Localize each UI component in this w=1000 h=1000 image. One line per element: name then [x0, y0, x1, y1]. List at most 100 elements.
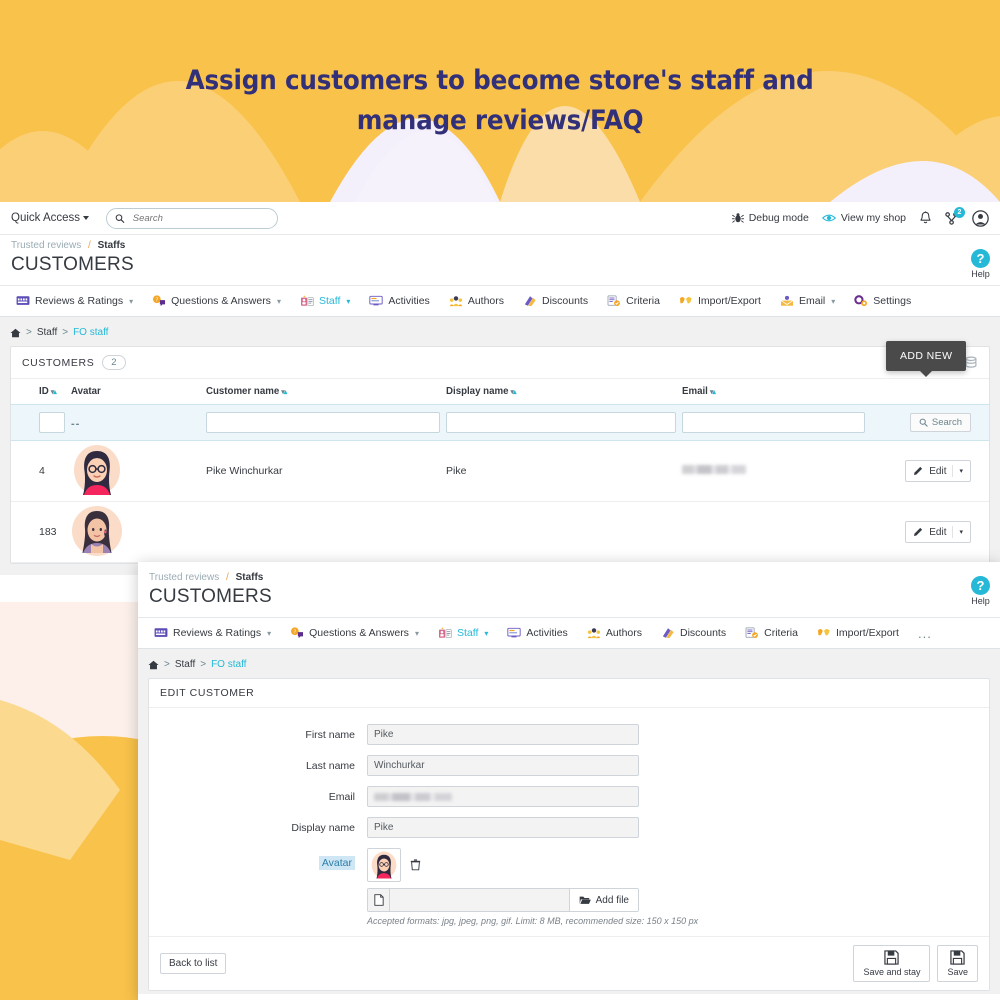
edit-button[interactable]: Edit ▾ — [905, 521, 971, 543]
nav-item-questions-answers[interactable]: ? Questions & Answers ▾ — [282, 618, 427, 648]
nav-label: Staff — [319, 295, 340, 307]
sub-breadcrumb-level1[interactable]: Staff — [37, 327, 57, 338]
edit-button[interactable]: Edit ▾ — [905, 460, 971, 482]
edit-form: First name Pike Last name Winchurkar Ema… — [149, 708, 989, 936]
chevron-down-icon: ▾ — [277, 297, 281, 306]
avatar-thumbnail — [367, 848, 401, 882]
file-upload-control[interactable]: Add file — [367, 888, 639, 912]
filter-id-input[interactable] — [39, 412, 65, 433]
sub-breadcrumb-separator: > — [26, 327, 32, 338]
nav-overflow-button[interactable]: ... — [910, 626, 940, 641]
col-customer-name[interactable]: Customer name▾▴ — [206, 379, 446, 405]
table-row[interactable]: 183 — [11, 502, 989, 563]
sub-breadcrumb-separator: > — [164, 659, 170, 670]
cell-display-name — [446, 502, 682, 563]
nav-item-email[interactable]: Email ▾ — [772, 286, 843, 316]
sort-arrows-icon: ▾▴ — [51, 389, 56, 396]
nav-item-settings[interactable]: Settings — [846, 286, 919, 316]
nav-label: Discounts — [680, 627, 726, 639]
nav-item-questions-answers[interactable]: ? Questions & Answers ▾ — [144, 286, 289, 316]
view-my-shop-button[interactable]: View my shop — [822, 212, 906, 224]
nav-label: Activities — [526, 627, 567, 639]
table-filter-row: -- — [11, 405, 989, 441]
filter-email-input[interactable] — [682, 412, 865, 433]
avatar[interactable] — [972, 210, 989, 227]
breadcrumb-root[interactable]: Trusted reviews — [11, 240, 81, 251]
edit-content: > Staff > FO staff EDIT CUSTOMER First n… — [138, 649, 1000, 994]
sub-breadcrumb-level2[interactable]: FO staff — [211, 659, 246, 670]
edit-page-header: Trusted reviews / Staffs CUSTOMERS ? Hel… — [138, 562, 1000, 617]
nav-item-criteria[interactable]: Criteria — [737, 618, 806, 648]
quick-access-menu[interactable]: Quick Access — [11, 212, 89, 224]
field-label: First name — [149, 729, 367, 741]
database-icon[interactable] — [964, 356, 978, 370]
notifications-bell-button[interactable] — [919, 211, 932, 225]
filter-display-name-input[interactable] — [446, 412, 676, 433]
nav-item-staff[interactable]: Staff ▾ — [292, 286, 358, 316]
home-icon[interactable] — [10, 328, 21, 338]
breadcrumb-root[interactable]: Trusted reviews — [149, 572, 219, 583]
col-id[interactable]: ID▾▴ — [11, 379, 71, 405]
nav-item-activities[interactable]: Activities — [361, 286, 437, 316]
back-to-list-button[interactable]: Back to list — [160, 953, 226, 974]
filter-customer-name-cell — [206, 405, 446, 441]
col-display-name[interactable]: Display name▾▴ — [446, 379, 682, 405]
display-name-input[interactable]: Pike — [367, 817, 639, 838]
chevron-down-icon: ▾ — [831, 297, 835, 306]
home-icon[interactable] — [148, 660, 159, 670]
cell-customer-name: Pike Winchurkar — [206, 441, 446, 502]
nav-item-import-export[interactable]: Import/Export — [671, 286, 769, 316]
nav-item-staff[interactable]: Staff ▾ — [430, 618, 496, 648]
nav-item-authors[interactable]: Authors — [579, 618, 650, 648]
avatar-label: Avatar — [149, 848, 367, 869]
breadcrumb: Trusted reviews / Staffs — [149, 572, 989, 583]
nav-label: Email — [799, 295, 825, 307]
col-email[interactable]: Email▾▴ — [682, 379, 871, 405]
edit-customer-card: EDIT CUSTOMER First name Pike Last name … — [148, 678, 990, 991]
notification-badge: 2 — [954, 207, 965, 218]
add-new-tooltip: ADD NEW — [886, 341, 966, 371]
banner-headline-line2: manage reviews/FAQ — [357, 106, 644, 136]
sort-arrows-icon: ▾▴ — [710, 389, 715, 396]
cell-email — [682, 502, 871, 563]
table-row[interactable]: 4 — [11, 441, 989, 502]
chevron-down-icon[interactable]: ▾ — [959, 467, 963, 475]
chevron-down-icon: ▾ — [484, 629, 488, 638]
sub-breadcrumb-level2[interactable]: FO staff — [73, 327, 108, 338]
nav-label: Criteria — [764, 627, 798, 639]
nav-item-authors[interactable]: Authors — [441, 286, 512, 316]
customers-card: CUSTOMERS 2 — [10, 346, 990, 564]
file-name-field[interactable] — [390, 889, 569, 911]
field-label: Last name — [149, 760, 367, 772]
nav-item-reviews-ratings[interactable]: Reviews & Ratings ▾ — [8, 286, 141, 316]
nav-item-discounts[interactable]: Discounts — [515, 286, 596, 316]
nav-item-import-export[interactable]: Import/Export — [809, 618, 907, 648]
debug-mode-button[interactable]: Debug mode — [732, 212, 809, 224]
sub-breadcrumb-level1[interactable]: Staff — [175, 659, 195, 670]
breadcrumb-current: Staffs — [98, 240, 126, 251]
trash-icon[interactable] — [410, 859, 421, 871]
save-button[interactable]: Save — [937, 945, 978, 982]
global-search[interactable] — [106, 208, 278, 229]
first-name-input[interactable]: Pike — [367, 724, 639, 745]
add-file-button[interactable]: Add file — [569, 889, 638, 911]
nav-item-criteria[interactable]: Criteria — [599, 286, 668, 316]
eye-icon — [822, 212, 836, 224]
help-button[interactable]: ? Help — [971, 576, 990, 606]
filter-search-button[interactable]: Search — [910, 413, 971, 432]
last-name-input[interactable]: Winchurkar — [367, 755, 639, 776]
nav-item-discounts[interactable]: Discounts — [653, 618, 734, 648]
chevron-down-icon[interactable]: ▾ — [959, 528, 963, 536]
field-email: Email — [149, 786, 989, 807]
integrations-button[interactable]: 2 — [945, 211, 959, 225]
search-input[interactable] — [133, 213, 269, 224]
filter-avatar-placeholder: -- — [71, 418, 80, 430]
email-input[interactable] — [367, 786, 639, 807]
nav-item-reviews-ratings[interactable]: Reviews & Ratings ▾ — [146, 618, 279, 648]
edit-label: Edit — [929, 527, 946, 538]
help-button[interactable]: ? Help — [971, 249, 990, 279]
chevron-down-icon: ▾ — [415, 629, 419, 638]
save-and-stay-button[interactable]: Save and stay — [853, 945, 930, 982]
nav-item-activities[interactable]: Activities — [499, 618, 575, 648]
filter-customer-name-input[interactable] — [206, 412, 440, 433]
